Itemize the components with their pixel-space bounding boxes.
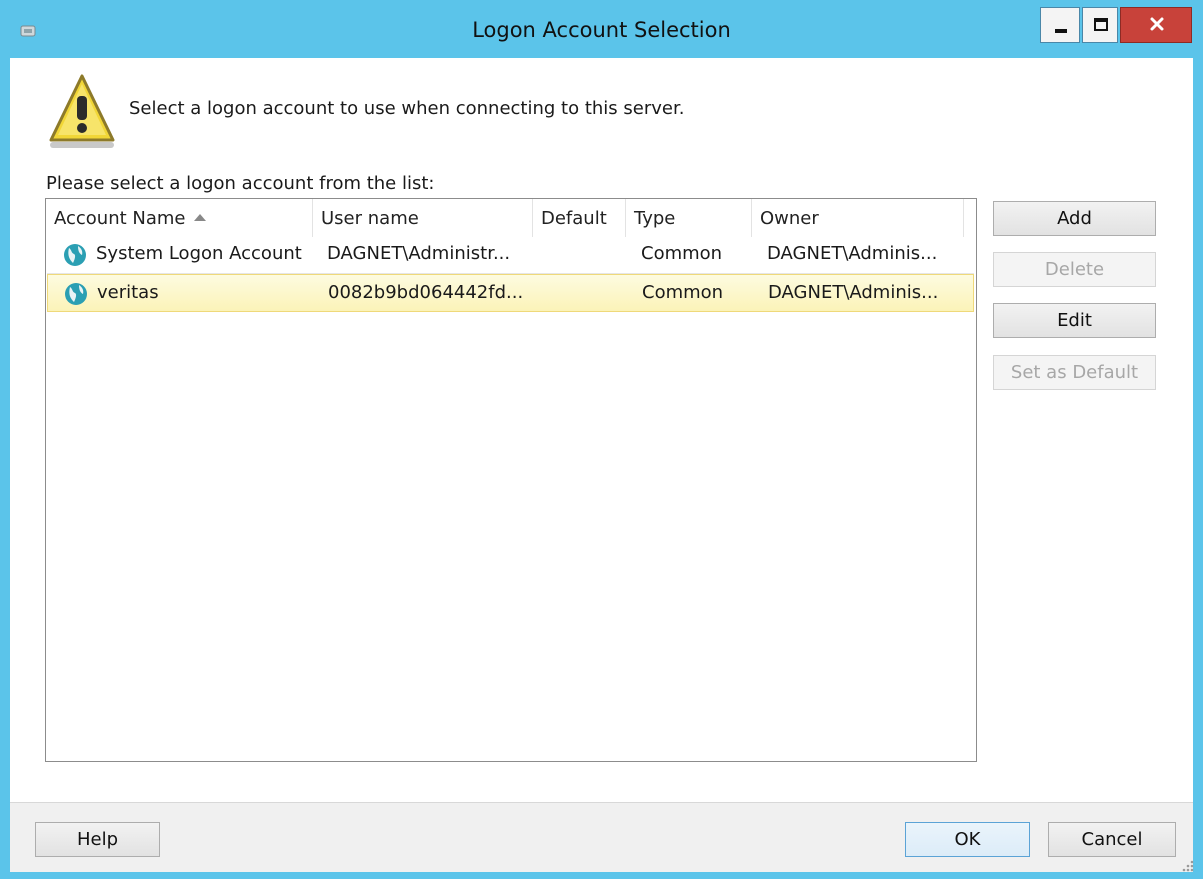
add-button[interactable]: Add <box>993 201 1156 236</box>
warning-icon <box>49 74 115 148</box>
cell-user-name: 0082b9bd064442fd... <box>328 282 524 303</box>
cell-account-name: System Logon Account <box>96 243 302 264</box>
column-header-account-name[interactable]: Account Name <box>46 199 313 237</box>
list-label: Please select a logon account from the l… <box>46 173 435 194</box>
column-header-label: Account Name <box>54 208 186 229</box>
column-header-user-name[interactable]: User name <box>313 199 533 237</box>
account-list[interactable]: Account Name User name Default Type Owne… <box>45 198 977 762</box>
cell-type: Common <box>642 282 724 303</box>
maximize-button[interactable] <box>1082 7 1118 43</box>
cell-default <box>542 275 622 313</box>
instruction-text: Select a logon account to use when conne… <box>129 98 685 119</box>
cancel-button[interactable]: Cancel <box>1048 822 1176 857</box>
cell-type: Common <box>641 243 723 264</box>
delete-button[interactable]: Delete <box>993 252 1156 287</box>
help-button[interactable]: Help <box>35 822 160 857</box>
resize-grip-icon[interactable] <box>1178 856 1196 874</box>
maximize-icon <box>1094 18 1108 31</box>
globe-icon <box>65 283 87 305</box>
minimize-icon <box>1055 29 1067 33</box>
title-bar[interactable]: Logon Account Selection <box>0 0 1203 58</box>
close-button[interactable] <box>1120 7 1192 43</box>
cell-owner: DAGNET\Adminis... <box>768 282 939 303</box>
list-header: Account Name User name Default Type Owne… <box>46 199 976 237</box>
cell-owner: DAGNET\Adminis... <box>767 243 938 264</box>
dialog-window: Logon Account Selection Select a logon a… <box>0 0 1203 879</box>
close-icon <box>1150 17 1164 31</box>
set-as-default-button[interactable]: Set as Default <box>993 355 1156 390</box>
cell-account-name: veritas <box>97 282 159 303</box>
ok-button[interactable]: OK <box>905 822 1030 857</box>
minimize-button[interactable] <box>1040 7 1080 43</box>
globe-icon <box>64 244 86 266</box>
column-header-default[interactable]: Default <box>533 199 626 237</box>
column-header-type[interactable]: Type <box>626 199 752 237</box>
sort-ascending-icon <box>193 214 206 221</box>
column-header-owner[interactable]: Owner <box>752 199 964 237</box>
table-row-selected[interactable]: veritas 0082b9bd064442fd... Common DAGNE… <box>47 274 974 312</box>
cell-user-name: DAGNET\Administr... <box>327 243 511 264</box>
table-row[interactable]: System Logon Account DAGNET\Administr...… <box>47 236 974 274</box>
cell-default <box>541 236 621 274</box>
window-title: Logon Account Selection <box>472 18 731 42</box>
edit-button[interactable]: Edit <box>993 303 1156 338</box>
